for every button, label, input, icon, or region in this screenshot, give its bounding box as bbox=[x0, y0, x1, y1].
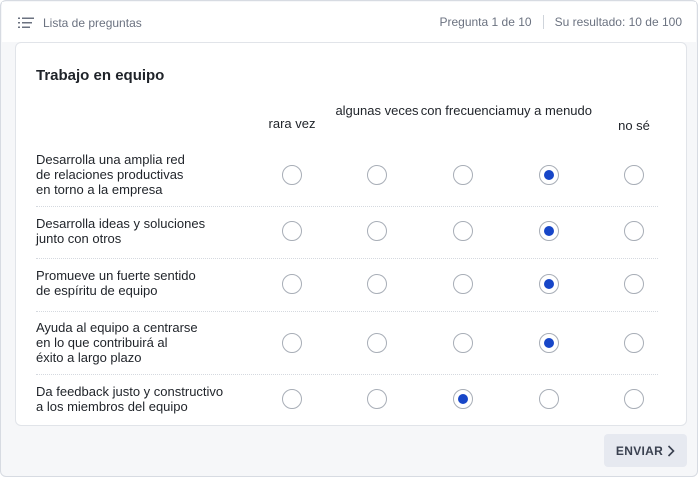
radio-option[interactable] bbox=[282, 333, 302, 353]
radio-option[interactable] bbox=[539, 389, 559, 409]
radio-option[interactable] bbox=[453, 389, 473, 409]
section-title: Trabajo en equipo bbox=[36, 67, 165, 84]
radio-option[interactable] bbox=[624, 389, 644, 409]
radio-option[interactable] bbox=[624, 274, 644, 294]
radio-option[interactable] bbox=[367, 165, 387, 185]
column-header: con frecuencia bbox=[420, 103, 506, 118]
question-label: Da feedback justo y constructivo a los m… bbox=[36, 384, 224, 414]
radio-option[interactable] bbox=[282, 389, 302, 409]
radio-option[interactable] bbox=[282, 165, 302, 185]
radio-option[interactable] bbox=[367, 333, 387, 353]
radio-option[interactable] bbox=[539, 274, 559, 294]
radio-option[interactable] bbox=[539, 165, 559, 185]
question-label: Desarrolla una amplia red de relaciones … bbox=[36, 152, 185, 197]
column-header: muy a menudo bbox=[506, 103, 592, 118]
column-header: algunas veces bbox=[335, 103, 419, 118]
question-label: Promueve un fuerte sentido de espíritu d… bbox=[36, 268, 196, 298]
radio-option[interactable] bbox=[539, 333, 559, 353]
question-label: Ayuda al equipo a centrarse en lo que co… bbox=[36, 320, 198, 365]
question-progress: Pregunta 1 de 10 bbox=[439, 15, 532, 29]
radio-option[interactable] bbox=[367, 274, 387, 294]
list-icon bbox=[18, 17, 34, 28]
radio-option[interactable] bbox=[453, 221, 473, 241]
send-button-label: ENVIAR bbox=[615, 443, 664, 458]
row-divider bbox=[36, 258, 658, 260]
radio-option[interactable] bbox=[624, 221, 644, 241]
radio-option[interactable] bbox=[453, 274, 473, 294]
question-label: Desarrolla ideas y soluciones junto con … bbox=[36, 216, 206, 246]
row-divider bbox=[36, 374, 658, 376]
send-button[interactable]: ENVIAR bbox=[604, 434, 687, 467]
radio-option[interactable] bbox=[539, 221, 559, 241]
survey-window: Lista de preguntas Pregunta 1 de 10 Su r… bbox=[0, 0, 698, 477]
question-list-button[interactable]: Lista de preguntas bbox=[18, 15, 142, 31]
row-divider bbox=[36, 206, 658, 208]
progress-info: Pregunta 1 de 10 Su resultado: 10 de 100 bbox=[439, 15, 682, 29]
row-divider bbox=[36, 311, 658, 313]
radio-option[interactable] bbox=[624, 165, 644, 185]
radio-option[interactable] bbox=[282, 274, 302, 294]
radio-option[interactable] bbox=[453, 165, 473, 185]
radio-option[interactable] bbox=[367, 221, 387, 241]
column-header: rara vez bbox=[268, 116, 316, 131]
radio-option[interactable] bbox=[453, 333, 473, 353]
radio-option[interactable] bbox=[624, 333, 644, 353]
question-list-label: Lista de preguntas bbox=[43, 16, 142, 30]
column-header: no sé bbox=[618, 118, 650, 133]
radio-option[interactable] bbox=[282, 221, 302, 241]
result-score: Su resultado: 10 de 100 bbox=[554, 15, 682, 29]
radio-option[interactable] bbox=[367, 389, 387, 409]
question-card: Trabajo en equipo rara vez algunas veces c… bbox=[15, 42, 687, 426]
divider bbox=[542, 15, 544, 29]
top-bar: Lista de preguntas Pregunta 1 de 10 Su r… bbox=[2, 2, 696, 42]
chevron-right-icon bbox=[667, 444, 675, 457]
